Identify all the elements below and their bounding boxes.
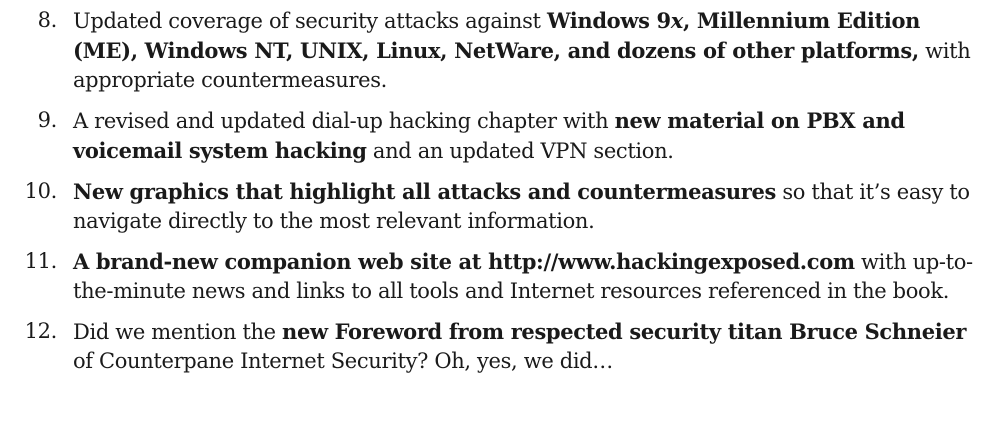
numbered-list: 8. Updated coverage of security attacks …: [0, 6, 1002, 387]
item-text: Did we mention the new Foreword from res…: [73, 319, 967, 373]
item-number: 8.: [37, 8, 58, 32]
item-text: A revised and updated dial-up hacking ch…: [73, 108, 905, 163]
item-number: 11.: [24, 249, 58, 273]
list-item: 10. New graphics that highlight all atta…: [0, 177, 1002, 236]
item-text: New graphics that highlight all attacks …: [73, 179, 970, 233]
item-number: 10.: [24, 179, 58, 203]
item-number: 12.: [24, 319, 58, 343]
list-item: 12. Did we mention the new Foreword from…: [0, 317, 1002, 376]
list-item: 8. Updated coverage of security attacks …: [0, 6, 1002, 95]
list-item: 9. A revised and updated dial-up hacking…: [0, 106, 1002, 166]
list-item: 11. A brand-new companion web site at ht…: [0, 247, 1002, 306]
item-text: A brand-new companion web site at http:/…: [73, 249, 973, 303]
item-text: Updated coverage of security attacks aga…: [73, 8, 971, 92]
item-number: 9.: [37, 108, 58, 132]
